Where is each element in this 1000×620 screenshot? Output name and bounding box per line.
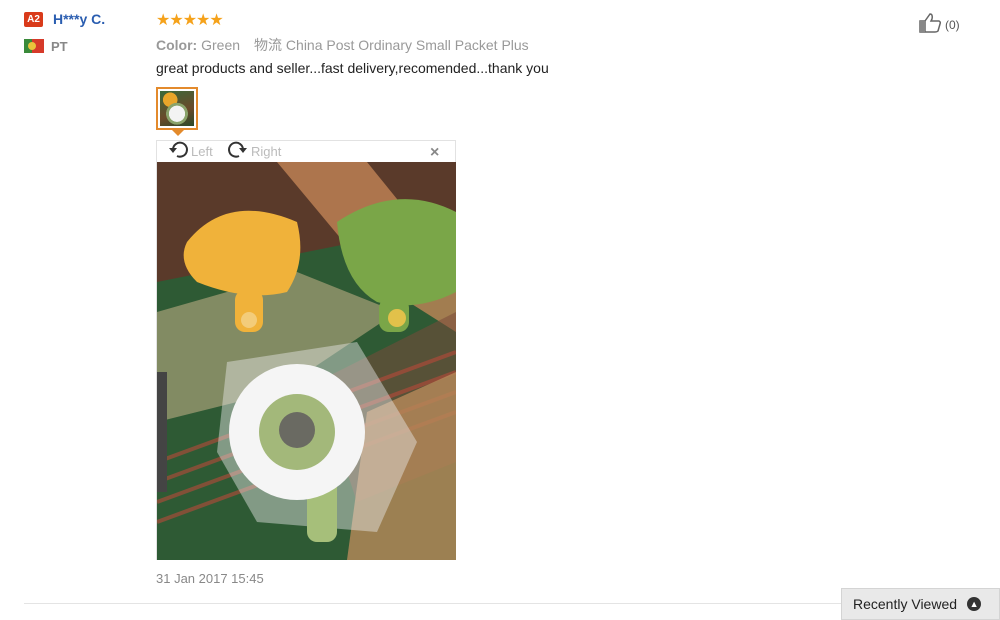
recently-viewed-label: Recently Viewed [853, 596, 958, 612]
rotate-right-button[interactable]: Right [226, 141, 281, 161]
rotate-right-label: Right [251, 143, 282, 159]
thumbs-up-icon [918, 12, 942, 37]
helpful-count: (0) [945, 17, 960, 32]
chevron-up-icon: ▲ [967, 597, 982, 611]
close-viewer-button[interactable]: × [430, 144, 439, 162]
rotate-left-icon [168, 140, 190, 163]
rotate-left-button[interactable]: Left [168, 141, 213, 161]
rating-stars: ★★★★★ [156, 12, 224, 29]
buyer-level-badge: A2 [24, 12, 43, 27]
reviewer-country: PT [51, 39, 68, 54]
rotate-left-label: Left [191, 143, 213, 159]
reviewer-name[interactable]: H***y C. [53, 11, 105, 27]
review-text: great products and seller...fast deliver… [156, 60, 549, 76]
shipping-method: 物流 China Post Ordinary Small Packet Plus [254, 37, 529, 53]
color-label: Color: [156, 37, 198, 53]
rotate-right-icon [226, 140, 250, 163]
country-flag-icon [24, 39, 44, 53]
thumbnail-pointer [172, 130, 184, 136]
review-photo [157, 162, 456, 560]
color-value: Green [201, 37, 241, 53]
helpful-button[interactable]: (0) [918, 12, 960, 37]
review-meta: Color: Green 物流 China Post Ordinary Small… [156, 35, 529, 55]
review-date: 31 Jan 2017 15:45 [156, 571, 264, 586]
review-photo-thumbnail[interactable] [156, 87, 198, 130]
recently-viewed-button[interactable]: Recently Viewed ▲ [841, 588, 1000, 620]
